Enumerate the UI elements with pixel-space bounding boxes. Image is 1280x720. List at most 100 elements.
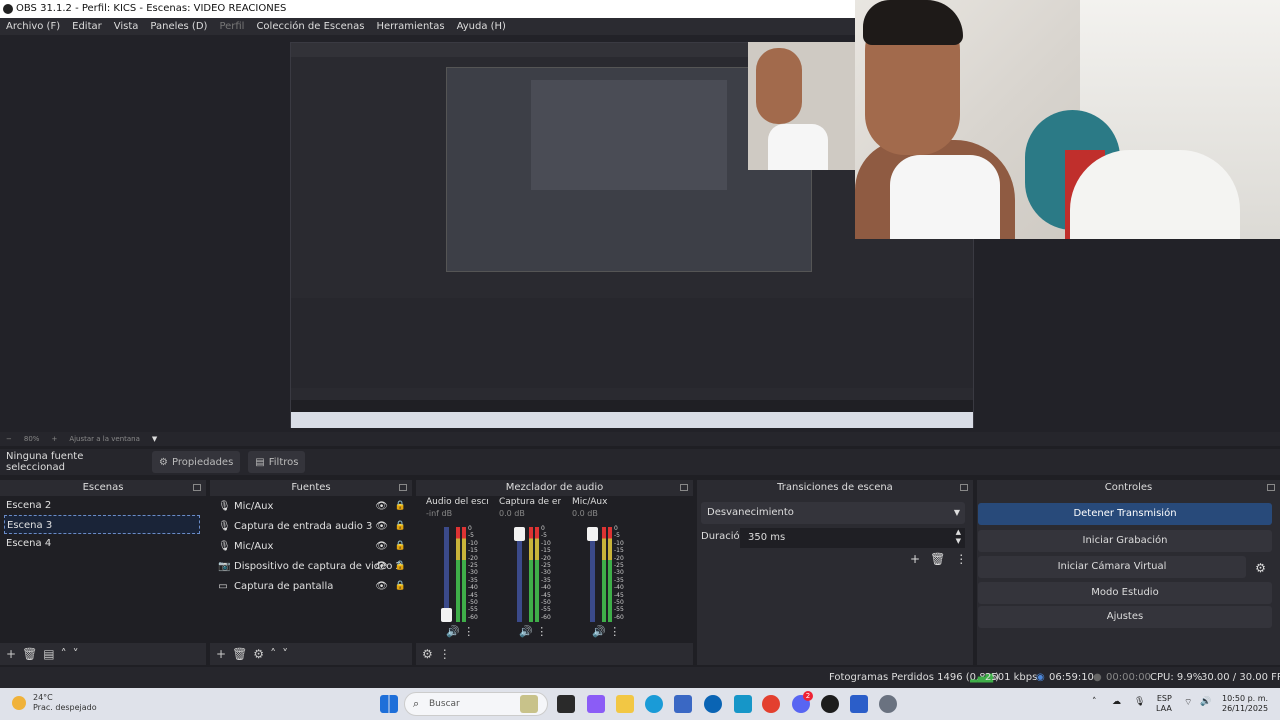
more-options-icon[interactable]: ⋮ xyxy=(439,647,451,661)
menu-paneles[interactable]: Paneles (D) xyxy=(144,21,213,32)
source-item[interactable]: 🎙 Captura de entrada audio 3 👁 🔒 xyxy=(210,516,412,536)
zoom-in-button[interactable]: + xyxy=(51,435,57,443)
chevron-up-icon[interactable]: ˄ xyxy=(61,647,67,661)
mixer-settings-icon[interactable]: ⚙ xyxy=(422,647,433,661)
onedrive-icon[interactable]: ☁ xyxy=(1112,697,1121,707)
undock-icon[interactable] xyxy=(193,484,201,491)
store-icon[interactable] xyxy=(674,695,692,713)
chevron-down-icon[interactable]: ˅ xyxy=(282,647,288,661)
volume-fader-track[interactable] xyxy=(517,527,522,622)
start-virtual-cam-button[interactable]: Iniciar Cámara Virtual xyxy=(978,556,1246,578)
start-recording-button[interactable]: Iniciar Grabación xyxy=(978,530,1272,552)
scene-item[interactable]: Escena 4 xyxy=(0,534,206,553)
menu-ayuda[interactable]: Ayuda (H) xyxy=(451,21,512,32)
menu-archivo[interactable]: Archivo (F) xyxy=(0,21,66,32)
more-options-icon[interactable]: ⋮ xyxy=(463,625,474,638)
speaker-icon[interactable]: 🔊 xyxy=(446,625,460,638)
search-highlight-icon[interactable] xyxy=(520,695,538,713)
menu-editar[interactable]: Editar xyxy=(66,21,108,32)
lock-icon[interactable]: 🔒 xyxy=(395,561,406,571)
chrome-icon[interactable] xyxy=(762,695,780,713)
app-icon[interactable] xyxy=(734,695,752,713)
add-icon[interactable]: + xyxy=(910,552,920,566)
mic-icon: 🎙 xyxy=(218,500,231,512)
zoom-out-button[interactable]: − xyxy=(6,435,12,443)
add-icon[interactable]: + xyxy=(6,647,16,661)
trash-icon[interactable]: 🗑 xyxy=(22,647,37,661)
trash-icon[interactable]: 🗑 xyxy=(232,647,247,661)
settings-button[interactable]: Ajustes xyxy=(978,606,1272,628)
edge-icon[interactable] xyxy=(645,695,663,713)
menu-perfil[interactable]: Perfil xyxy=(213,21,250,32)
clock[interactable]: 10:50 p. m. 26/11/2025 xyxy=(1222,694,1268,714)
lock-icon[interactable]: 🔒 xyxy=(395,541,406,551)
chevron-up-icon[interactable]: ˄ xyxy=(270,647,276,661)
studio-mode-button[interactable]: Modo Estudio xyxy=(978,582,1272,604)
eye-icon[interactable]: 👁 xyxy=(375,501,388,512)
volume-fader-knob[interactable] xyxy=(587,527,598,541)
hp-icon[interactable] xyxy=(704,695,722,713)
tray-chevron-icon[interactable]: ˄ xyxy=(1092,697,1097,707)
eye-icon[interactable]: 👁 xyxy=(375,521,388,532)
eye-icon[interactable]: 👁 xyxy=(375,541,388,552)
app2-icon[interactable] xyxy=(850,695,868,713)
weather-icon[interactable] xyxy=(12,696,26,710)
spinner-icon[interactable]: ▲ ▼ xyxy=(956,528,961,546)
volume-fader-knob[interactable] xyxy=(441,608,452,622)
obs-icon[interactable] xyxy=(821,695,839,713)
more-options-icon[interactable]: ⋮ xyxy=(536,625,547,638)
notification-badge: 2 xyxy=(803,691,813,701)
channel-controls: 🔊 ⋮ xyxy=(519,625,547,638)
task-view-icon[interactable] xyxy=(557,695,575,713)
gear-icon[interactable]: ⚙ xyxy=(253,647,264,661)
weather-widget[interactable]: 24°C Prac. despejado xyxy=(33,693,97,713)
more-options-icon[interactable]: ⋮ xyxy=(955,552,967,566)
speaker-icon[interactable]: 🔊 xyxy=(592,625,606,638)
undock-icon[interactable] xyxy=(399,484,407,491)
language-indicator[interactable]: ESP LAA xyxy=(1156,694,1172,714)
temperature: 24°C xyxy=(33,693,53,702)
search-icon: ⌕ xyxy=(413,697,420,710)
source-item[interactable]: ▭ Captura de pantalla 👁 🔒 xyxy=(210,576,412,596)
undock-icon[interactable] xyxy=(680,484,688,491)
wifi-icon[interactable]: ⌔ xyxy=(1184,697,1192,708)
duration-input[interactable]: 350 ms ▲ ▼ xyxy=(740,528,965,548)
eye-icon[interactable]: 👁 xyxy=(375,561,388,572)
properties-button[interactable]: ⚙ Propiedades xyxy=(152,451,241,473)
menu-herramientas[interactable]: Herramientas xyxy=(370,21,450,32)
more-options-icon[interactable]: ⋮ xyxy=(609,625,620,638)
scene-item[interactable]: Escena 2 xyxy=(0,496,206,515)
mic-tray-icon[interactable]: 🎙 xyxy=(1134,697,1145,707)
undock-icon[interactable] xyxy=(1267,484,1275,491)
zoom-dropdown-icon[interactable]: ▼ xyxy=(152,435,157,443)
volume-fader-track[interactable] xyxy=(590,527,595,622)
lock-icon[interactable]: 🔒 xyxy=(395,501,406,511)
copilot-icon[interactable] xyxy=(587,695,605,713)
fit-window-button[interactable]: Ajustar a la ventana xyxy=(69,435,140,443)
volume-icon[interactable]: 🔊 xyxy=(1200,697,1211,707)
filters-button[interactable]: ▤ Filtros xyxy=(248,451,306,473)
speaker-icon[interactable]: 🔊 xyxy=(519,625,533,638)
source-item[interactable]: 🎙 Mic/Aux 👁 🔒 xyxy=(210,496,412,516)
scenes-title: Escenas xyxy=(82,482,124,493)
menu-coleccion[interactable]: Colección de Escenas xyxy=(250,21,370,32)
trash-icon[interactable]: 🗑 xyxy=(930,552,945,566)
lock-icon[interactable]: 🔒 xyxy=(395,581,406,591)
source-item[interactable]: 🎙 Mic/Aux 👁 🔒 xyxy=(210,536,412,556)
stop-stream-button[interactable]: Detener Transmisión xyxy=(978,503,1272,525)
filter-icon[interactable]: ▤ xyxy=(43,647,54,661)
volume-fader-knob[interactable] xyxy=(514,527,525,541)
transition-select[interactable]: Desvanecimiento ▼ xyxy=(701,502,965,524)
undock-icon[interactable] xyxy=(960,484,968,491)
start-icon[interactable] xyxy=(380,695,398,713)
add-icon[interactable]: + xyxy=(216,647,226,661)
chevron-down-icon[interactable]: ˅ xyxy=(73,647,79,661)
eye-icon[interactable]: 👁 xyxy=(375,581,388,592)
source-item[interactable]: 📷 Dispositivo de captura de video 2 👁 🔒 xyxy=(210,556,412,576)
settings-icon[interactable] xyxy=(879,695,897,713)
menu-vista[interactable]: Vista xyxy=(108,21,145,32)
scene-item-selected[interactable]: Escena 3 xyxy=(4,515,200,534)
file-explorer-icon[interactable] xyxy=(616,695,634,713)
lock-icon[interactable]: 🔒 xyxy=(395,521,406,531)
virtual-cam-settings-icon[interactable]: ⚙ xyxy=(1251,558,1270,578)
